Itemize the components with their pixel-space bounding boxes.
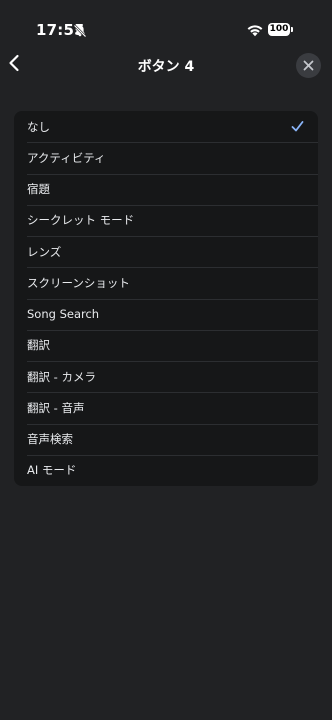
page-title: ボタン 4 (137, 59, 195, 75)
option-translate[interactable]: 翻訳 (14, 329, 318, 361)
option-voice-search[interactable]: 音声検索 (14, 423, 318, 455)
option-lens[interactable]: レンズ (14, 236, 318, 267)
checkmark-icon (291, 120, 304, 133)
option-list: なし アクティビティ 宿題 シークレット モード レンズ スクリーンショット S… (14, 111, 318, 486)
option-label: スクリーンショット (27, 275, 130, 290)
option-label: 翻訳 - 音声 (27, 400, 85, 415)
option-label: アクティビティ (27, 150, 106, 165)
option-label: 音声検索 (27, 432, 73, 447)
option-label: シークレット モード (27, 213, 135, 228)
option-screenshot[interactable]: スクリーンショット (14, 267, 318, 298)
wifi-icon (246, 22, 264, 37)
battery-tip (291, 27, 293, 32)
option-ai-mode[interactable]: AI モード (14, 454, 318, 486)
close-icon (303, 56, 314, 75)
option-label: 翻訳 (27, 338, 50, 353)
option-label: レンズ (27, 244, 62, 259)
option-label: 翻訳 - カメラ (27, 369, 96, 384)
bell-slash-icon (73, 23, 87, 38)
option-translate-voice[interactable]: 翻訳 - 音声 (14, 392, 318, 423)
option-translate-camera[interactable]: 翻訳 - カメラ (14, 361, 318, 392)
option-none[interactable]: なし (14, 111, 318, 142)
option-homework[interactable]: 宿題 (14, 173, 318, 205)
header: ボタン 4 (0, 48, 332, 82)
option-label: 宿題 (27, 182, 50, 197)
option-song-search[interactable]: Song Search (14, 298, 318, 330)
close-button[interactable] (296, 53, 321, 78)
option-label: AI モード (27, 463, 77, 478)
option-label: なし (27, 119, 50, 134)
option-activity[interactable]: アクティビティ (14, 142, 318, 173)
battery-icon: 100 (268, 23, 290, 36)
option-incognito-mode[interactable]: シークレット モード (14, 204, 318, 236)
option-label: Song Search (27, 307, 100, 322)
